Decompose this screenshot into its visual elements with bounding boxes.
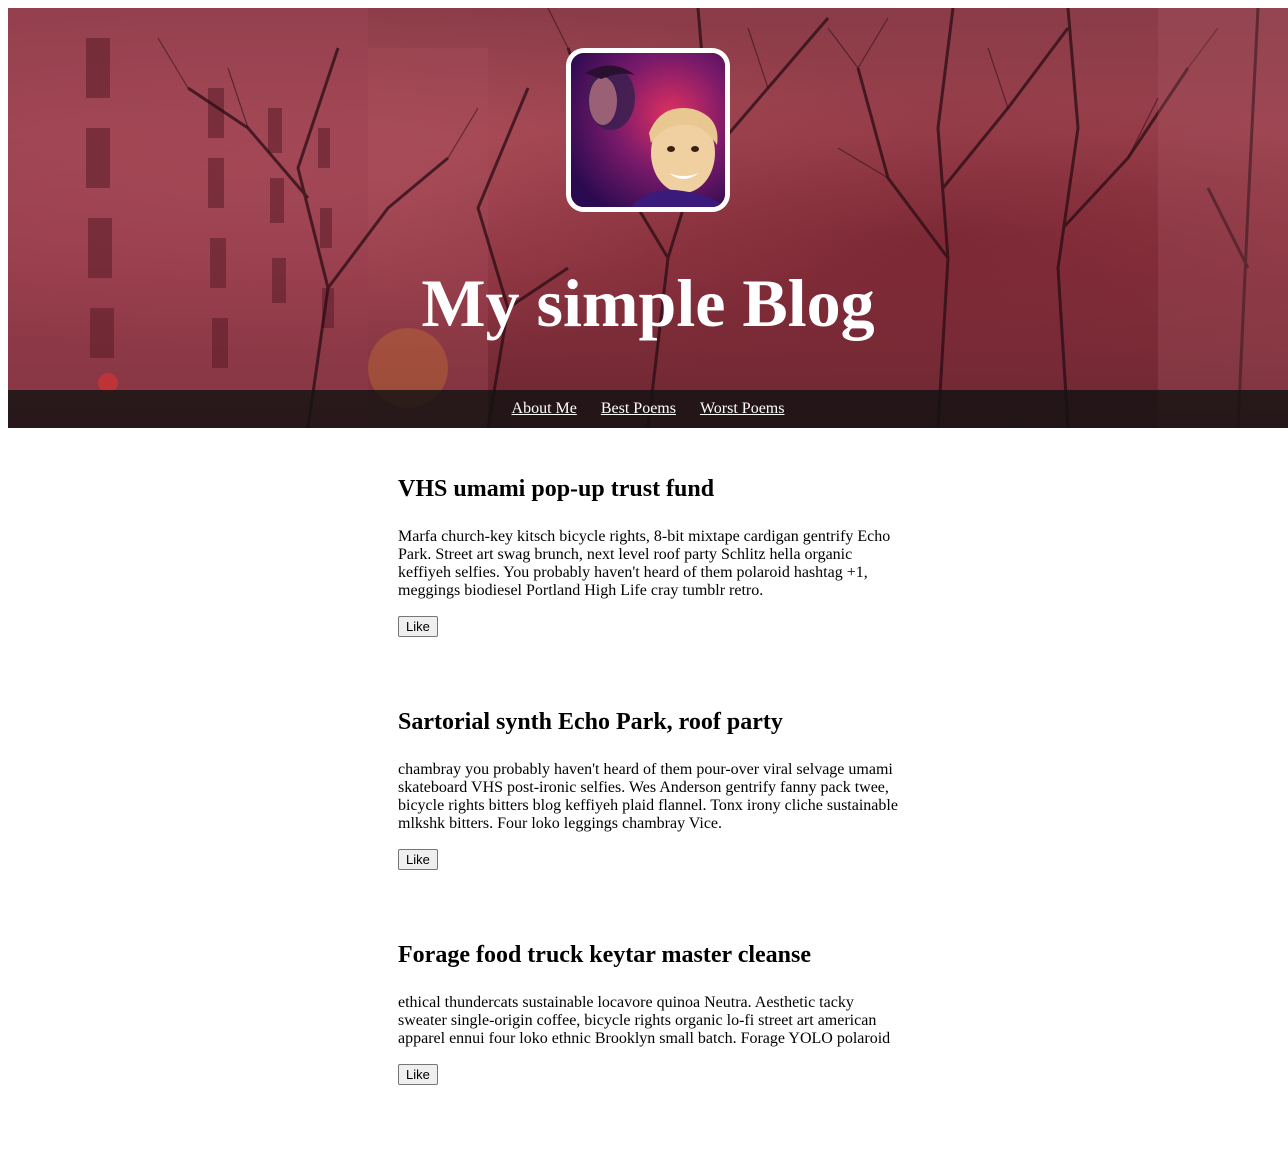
nav-link-best-poems[interactable]: Best Poems — [601, 400, 676, 417]
avatar-photo-image — [571, 53, 725, 207]
post-body: Marfa church-key kitsch bicycle rights, … — [398, 528, 891, 599]
main-nav: About Me Best Poems Worst Poems — [8, 390, 1288, 428]
post-body: ethical thundercats sustainable locavore… — [398, 994, 891, 1047]
post-title: Forage food truck keytar master cleanse — [398, 942, 812, 968]
like-button[interactable]: Like — [398, 1064, 438, 1085]
post-body: chambray you probably haven't heard of t… — [398, 761, 898, 832]
nav-link-worst-poems[interactable]: Worst Poems — [700, 400, 785, 417]
site-title: My simple Blog — [421, 265, 875, 341]
avatar — [566, 48, 730, 212]
post: Forage food truck keytar master cleanse … — [398, 936, 898, 1085]
post: VHS umami pop-up trust fund Marfa church… — [398, 470, 898, 637]
like-button[interactable]: Like — [398, 849, 438, 870]
posts-container: VHS umami pop-up trust fund Marfa church… — [398, 470, 898, 1151]
post-title: VHS umami pop-up trust fund — [398, 476, 715, 502]
blog-header: My simple Blog About Me Best Poems Worst… — [8, 8, 1288, 428]
post: Sartorial synth Echo Park, roof party ch… — [398, 703, 898, 870]
like-button[interactable]: Like — [398, 616, 438, 637]
post-title: Sartorial synth Echo Park, roof party — [398, 709, 783, 735]
nav-link-about-me[interactable]: About Me — [512, 400, 577, 417]
